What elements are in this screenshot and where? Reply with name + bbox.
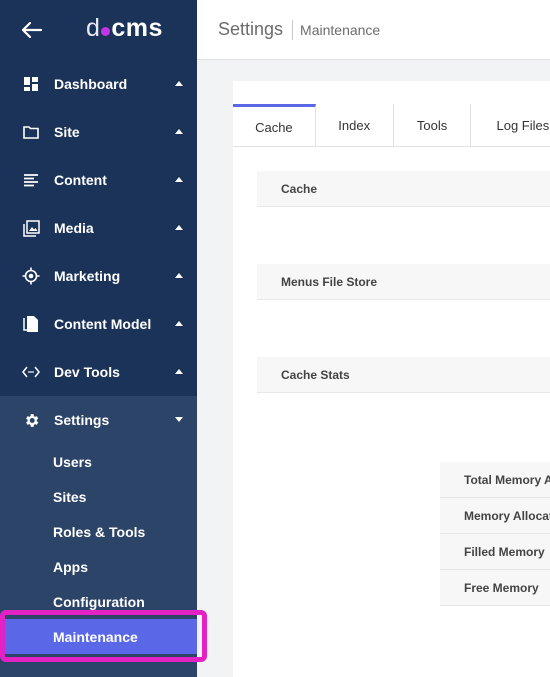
sidebar-item-content-model[interactable]: Content Model <box>0 300 197 348</box>
gear-icon <box>22 411 40 429</box>
sidebar-item-label: Dev Tools <box>54 364 120 380</box>
sidebar-header: d cms <box>0 0 197 60</box>
code-icon <box>22 363 40 381</box>
dashboard-icon <box>22 75 40 93</box>
chevron-up-icon <box>175 177 183 182</box>
tab-tools[interactable]: Tools <box>394 104 472 147</box>
table-row: Total Memory Available <box>440 462 550 498</box>
file-copy-icon <box>22 315 40 333</box>
sidebar-item-label: Content Model <box>54 316 152 332</box>
target-icon <box>22 267 40 285</box>
chevron-up-icon <box>175 225 183 230</box>
logo-text-left: d <box>86 14 101 42</box>
tab-index[interactable]: Index <box>316 104 394 147</box>
chevron-down-icon <box>175 417 183 422</box>
sidebar-subitem-configuration[interactable]: Configuration <box>0 584 197 619</box>
cache-stats-table: Total Memory Available Memory Allocated … <box>440 462 550 606</box>
sidebar-item-label: Site <box>54 124 80 140</box>
sidebar-item-label: Settings <box>54 412 110 428</box>
chevron-up-icon <box>175 129 183 134</box>
tab-bar: Cache Index Tools Log Files <box>233 104 550 147</box>
table-row: Free Memory <box>440 570 550 606</box>
sidebar-item-settings[interactable]: Settings <box>0 396 197 444</box>
breadcrumb: Maintenance <box>300 21 381 38</box>
sidebar-subitem-sites[interactable]: Sites <box>0 479 197 514</box>
chevron-up-icon <box>175 273 183 278</box>
logo-text-right: cms <box>111 14 163 42</box>
maintenance-panel: Cache Index Tools Log Files Cache Menus … <box>233 81 550 677</box>
sidebar-item-label: Content <box>54 172 107 188</box>
sidebar-subitem-users[interactable]: Users <box>0 444 197 479</box>
page-title: Settings <box>218 19 284 39</box>
sidebar-item-content[interactable]: Content <box>0 156 197 204</box>
sidebar-item-label: Media <box>54 220 94 236</box>
chevron-up-icon <box>175 321 183 326</box>
page-header: Settings Maintenance <box>197 0 550 60</box>
header-divider <box>292 19 294 40</box>
sidebar-subitem-maintenance[interactable]: Maintenance <box>0 619 197 654</box>
table-row: Memory Allocated <box>440 498 550 534</box>
chevron-up-icon <box>175 369 183 374</box>
table-row: Filled Memory <box>440 534 550 570</box>
tab-log-files[interactable]: Log Files <box>471 104 550 147</box>
back-arrow-icon[interactable] <box>20 18 44 42</box>
sidebar-subitem-apps[interactable]: Apps <box>0 549 197 584</box>
sidebar-item-label: Dashboard <box>54 76 128 92</box>
sidebar-item-dev-tools[interactable]: Dev Tools <box>0 348 197 396</box>
sidebar-item-media[interactable]: Media <box>0 204 197 252</box>
sidebar-item-marketing[interactable]: Marketing <box>0 252 197 300</box>
sidebar-item-site[interactable]: Site <box>0 108 197 156</box>
section-cache-header: Cache <box>257 171 550 207</box>
sidebar: dcms Dashboard Site Content Media Marke <box>0 0 207 677</box>
list-icon <box>22 171 40 189</box>
section-menus-file-store-header: Menus File Store <box>257 264 550 300</box>
folder-icon <box>22 123 40 141</box>
sidebar-item-dashboard[interactable]: Dashboard <box>0 60 197 108</box>
section-cache-stats-header: Cache Stats <box>257 357 550 393</box>
settings-menu-group: Settings Users Sites Roles & Tools Apps … <box>0 396 197 677</box>
image-icon <box>22 219 40 237</box>
logo-dot <box>101 27 111 36</box>
sidebar-item-label: Marketing <box>54 268 121 284</box>
chevron-up-icon <box>175 81 183 86</box>
dotcms-logo[interactable]: d cms <box>86 14 163 43</box>
sidebar-subitem-roles-tools[interactable]: Roles & Tools <box>0 514 197 549</box>
tab-cache[interactable]: Cache <box>233 104 316 147</box>
